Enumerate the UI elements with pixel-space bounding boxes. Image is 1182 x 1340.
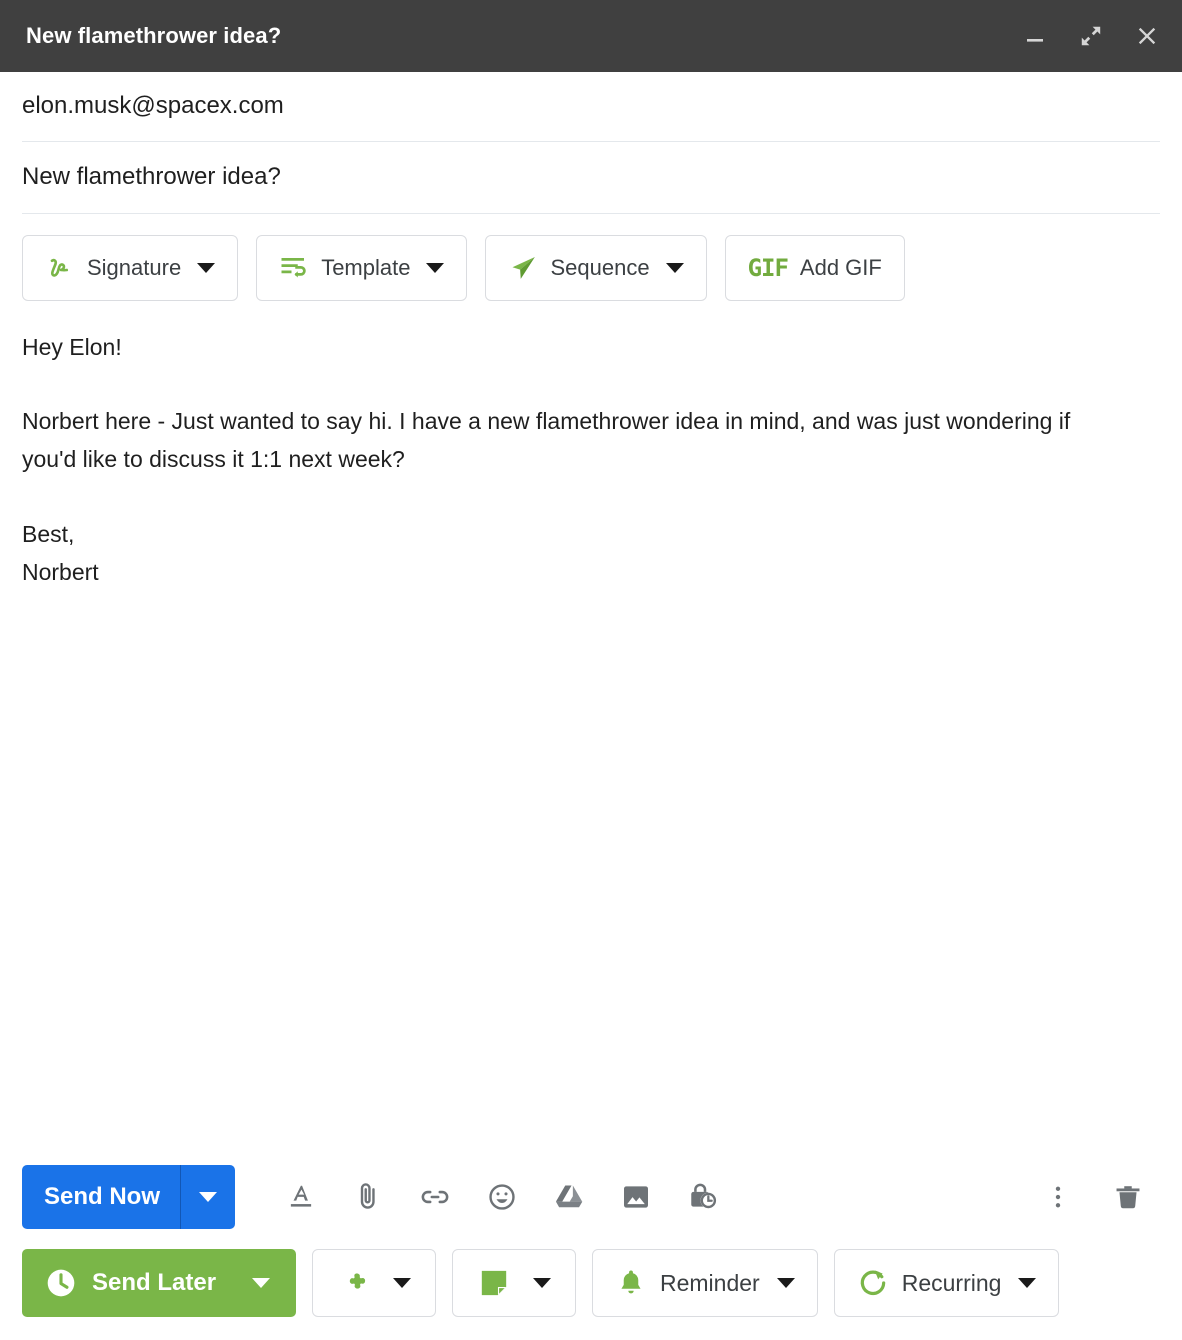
formatting-options-button[interactable]: [283, 1179, 319, 1215]
add-gif-label: Add GIF: [799, 255, 882, 280]
recurring-icon: [860, 1270, 885, 1296]
window-title-bar: New flamethrower idea?: [0, 0, 1182, 72]
chevron-down-icon[interactable]: [252, 1278, 270, 1288]
puzzle-piece-icon: [349, 1273, 366, 1289]
window-title: New flamethrower idea?: [26, 23, 282, 48]
reminder-button[interactable]: Reminder: [592, 1249, 818, 1317]
body-signoff: Best,: [22, 520, 75, 547]
send-later-label: Send Later: [92, 1269, 217, 1296]
discard-draft-icon: [1116, 1186, 1140, 1209]
emoji-button[interactable]: [484, 1179, 520, 1215]
signature-button[interactable]: Signature: [22, 235, 239, 301]
footer-right-icons: [1040, 1179, 1160, 1215]
compose-window: New flamethrower idea? elon.musk@spacex.: [0, 0, 1182, 1340]
chevron-down-icon[interactable]: [1018, 1278, 1037, 1288]
template-button[interactable]: Template: [256, 235, 468, 301]
compose-icon-strip: [283, 1179, 721, 1215]
chevron-down-icon[interactable]: [533, 1278, 551, 1288]
subject-input[interactable]: New flamethrower idea?: [22, 163, 281, 192]
close-icon: [1138, 27, 1156, 45]
send-now-button-group[interactable]: Send Now: [22, 1165, 236, 1229]
google-drive-icon: [555, 1185, 583, 1208]
more-options-button[interactable]: [1040, 1179, 1076, 1215]
clock-icon: [47, 1269, 75, 1297]
chevron-down-icon: [199, 1192, 218, 1202]
attach-file-icon: [360, 1183, 375, 1209]
send-row: Send Now: [22, 1158, 1160, 1236]
message-body-editor[interactable]: Hey Elon! Norbert here - Just wanted to …: [0, 301, 1182, 1158]
template-label: Template: [321, 255, 411, 280]
window-controls: [1020, 21, 1162, 51]
reminder-label: Reminder: [660, 1269, 760, 1296]
chevron-down-icon[interactable]: [393, 1278, 411, 1288]
signature-label: Signature: [87, 255, 182, 280]
insert-link-button[interactable]: [417, 1179, 453, 1215]
integrations-button[interactable]: [312, 1249, 436, 1317]
send-later-button[interactable]: Send Later: [22, 1249, 296, 1317]
body-greeting: Hey Elon!: [22, 334, 122, 360]
confidential-mode-icon: [691, 1183, 717, 1209]
chevron-down-icon[interactable]: [197, 263, 216, 273]
recurring-label: Recurring: [901, 1269, 1002, 1296]
schedule-row: Send Later Reminder Recurring: [22, 1248, 1160, 1318]
signature-icon: [50, 258, 69, 277]
insert-photo-button[interactable]: [618, 1179, 654, 1215]
attach-file-button[interactable]: [350, 1179, 386, 1215]
notes-button[interactable]: [452, 1249, 576, 1317]
insert-photo-icon: [624, 1186, 649, 1208]
expand-button[interactable]: [1076, 21, 1106, 51]
sticky-note-icon: [481, 1270, 507, 1296]
send-now-button[interactable]: Send Now: [22, 1165, 180, 1229]
recipient-input[interactable]: elon.musk@spacex.com: [22, 92, 284, 121]
paper-plane-icon: [512, 257, 536, 279]
chevron-down-icon[interactable]: [665, 263, 684, 273]
close-button[interactable]: [1132, 21, 1162, 51]
compose-toolbar: Signature Template Sequence GIF Add GIF: [0, 214, 1182, 301]
recipient-field-row[interactable]: elon.musk@spacex.com: [0, 72, 1182, 142]
send-now-dropdown-button[interactable]: [181, 1165, 235, 1229]
compose-footer: Send Now Send Later Reminder Recurring: [0, 1158, 1182, 1340]
discard-draft-button[interactable]: [1110, 1179, 1146, 1215]
expand-icon: [1081, 26, 1101, 46]
recurring-button[interactable]: Recurring: [833, 1249, 1060, 1317]
body-signature-name: Norbert: [22, 558, 99, 585]
minimize-button[interactable]: [1020, 21, 1050, 51]
add-gif-button[interactable]: GIF Add GIF: [724, 235, 905, 301]
insert-link-icon: [421, 1190, 449, 1204]
sequence-label: Sequence: [550, 255, 650, 280]
chevron-down-icon[interactable]: [776, 1278, 795, 1288]
chevron-down-icon[interactable]: [426, 263, 445, 273]
emoji-icon: [489, 1184, 515, 1210]
more-options-icon: [1055, 1186, 1061, 1208]
gif-icon: GIF: [747, 254, 789, 282]
google-drive-button[interactable]: [551, 1179, 587, 1215]
bell-icon: [621, 1270, 641, 1294]
formatting-icon: [290, 1185, 312, 1207]
send-now-label: Send Now: [44, 1183, 161, 1210]
template-icon: [281, 258, 306, 278]
body-paragraph: Norbert here - Just wanted to say hi. I …: [22, 408, 1071, 473]
confidential-mode-button[interactable]: [685, 1179, 721, 1215]
minimize-icon: [1027, 39, 1043, 42]
subject-field-row[interactable]: New flamethrower idea?: [0, 142, 1182, 214]
sequence-button[interactable]: Sequence: [485, 235, 707, 301]
